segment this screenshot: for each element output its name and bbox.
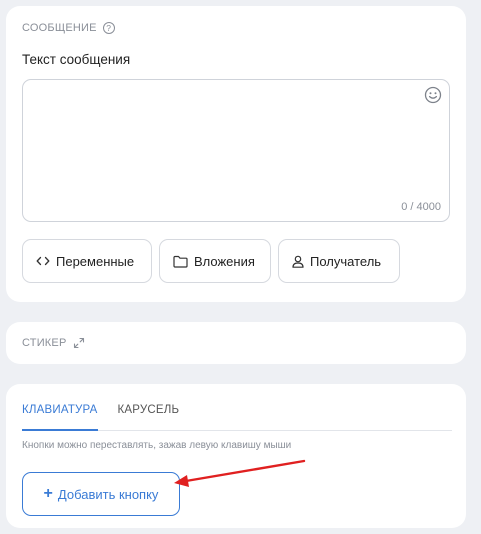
tab-keyboard[interactable]: КЛАВИАТУРА (22, 404, 98, 431)
sticker-card[interactable]: СТИКЕР (6, 322, 466, 364)
help-icon[interactable]: ? (102, 22, 115, 34)
smile-icon[interactable] (424, 86, 442, 104)
message-section-title: СООБЩЕНИЕ (22, 22, 97, 34)
code-icon (36, 256, 50, 266)
reorder-hint: Кнопки можно переставлять, зажав левую к… (22, 440, 292, 451)
recipient-button[interactable]: Получатель (278, 239, 400, 283)
message-actions: Переменные Вложения Получатель (22, 239, 400, 283)
keyboard-card: КЛАВИАТУРА КАРУСЕЛЬ Кнопки можно переста… (6, 384, 466, 528)
sticker-section-title: СТИКЕР (22, 337, 67, 349)
message-section-header: СООБЩЕНИЕ ? (22, 22, 115, 34)
message-text-input[interactable]: 0 / 4000 (22, 79, 450, 222)
variables-button[interactable]: Переменные (22, 239, 152, 283)
add-button-label: Добавить кнопку (57, 486, 159, 502)
tab-carousel[interactable]: КАРУСЕЛЬ (118, 404, 180, 431)
expand-icon[interactable] (73, 337, 85, 349)
add-button-button[interactable]: + Добавить кнопку (22, 472, 180, 516)
folder-icon (173, 255, 188, 268)
recipient-label: Получатель (310, 253, 382, 269)
character-counter: 0 / 4000 (401, 201, 441, 213)
keyboard-tabs: КЛАВИАТУРА КАРУСЕЛЬ (22, 404, 452, 431)
message-card: СООБЩЕНИЕ ? Текст сообщения 0 / 4000 Пер… (6, 6, 466, 302)
plus-icon: + (43, 485, 53, 502)
variables-label: Переменные (56, 253, 135, 269)
attachments-button[interactable]: Вложения (159, 239, 271, 283)
attachments-label: Вложения (194, 253, 255, 269)
sticker-section-header: СТИКЕР (22, 337, 85, 349)
message-text-label: Текст сообщения (22, 52, 131, 67)
user-icon (292, 255, 304, 268)
